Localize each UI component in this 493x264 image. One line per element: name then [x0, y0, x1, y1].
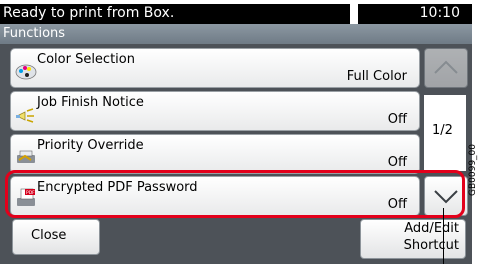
page-indicator-text: 1/2: [432, 123, 453, 138]
priority-override-icon: [17, 150, 35, 163]
page-indicator: 1/2: [424, 95, 466, 171]
item-label: Job Finish Notice: [37, 95, 144, 110]
status-bar: Ready to print from Box. 10:10: [0, 4, 472, 24]
page-title: Functions: [3, 26, 66, 41]
add-edit-label-line2: Shortcut: [403, 238, 459, 253]
callout-line: [443, 208, 444, 264]
close-button[interactable]: Close: [12, 219, 100, 255]
close-button-label: Close: [31, 228, 67, 243]
figure-code: GB0099_00: [468, 143, 478, 196]
function-item-job-finish-notice[interactable]: Job Finish Notice Off: [10, 91, 420, 131]
item-label: Color Selection: [37, 52, 135, 67]
status-separator: [350, 4, 358, 24]
item-value: Off: [387, 155, 407, 170]
item-value: Full Color: [346, 69, 407, 84]
scroll-up-button[interactable]: [424, 48, 468, 88]
chevron-up-icon: [434, 60, 458, 74]
add-edit-shortcut-button[interactable]: Add/Edit Shortcut: [360, 219, 466, 259]
item-value: Off: [387, 112, 407, 127]
color-selection-icon: [15, 64, 37, 80]
status-message: Ready to print from Box.: [3, 5, 175, 21]
function-item-color-selection[interactable]: Color Selection Full Color: [10, 48, 420, 88]
job-finish-notice-icon: [16, 108, 34, 123]
status-time: 10:10: [419, 5, 460, 21]
printer-panel-screen: Ready to print from Box. 10:10 Functions…: [0, 0, 472, 264]
item-label: Priority Override: [37, 138, 144, 153]
function-item-priority-override[interactable]: Priority Override Off: [10, 134, 420, 174]
highlight-frame: [5, 170, 465, 218]
title-bar: Functions: [0, 24, 472, 44]
add-edit-label-line1: Add/Edit: [404, 221, 459, 236]
